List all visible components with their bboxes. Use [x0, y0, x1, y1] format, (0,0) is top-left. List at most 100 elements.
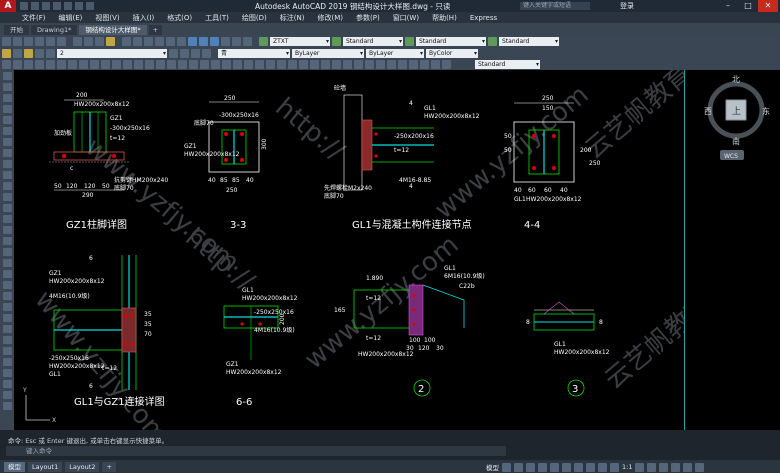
paste-icon[interactable]	[95, 36, 104, 46]
model-space-toggle[interactable]: 模型	[486, 462, 499, 472]
mirror-icon[interactable]	[2, 314, 12, 322]
plus-icon[interactable]	[647, 462, 657, 472]
tab-layout1[interactable]: Layout1	[28, 461, 63, 472]
viewcube-east[interactable]: 东	[762, 106, 770, 116]
render-icon[interactable]	[420, 60, 429, 69]
hardware-acceleration-icon[interactable]	[671, 462, 681, 472]
layer-select[interactable]: 2	[57, 48, 167, 58]
dim-update-icon[interactable]	[211, 60, 220, 69]
publish-icon[interactable]	[57, 36, 66, 46]
annotation-scale[interactable]: 1:1	[622, 463, 632, 471]
ucs-z-icon[interactable]	[332, 60, 341, 69]
arc-icon[interactable]	[2, 127, 12, 135]
ucs-apply-icon[interactable]	[343, 60, 352, 69]
menu-insert[interactable]: 插入(I)	[133, 13, 155, 23]
tab-layout2[interactable]: Layout2	[65, 461, 100, 472]
redo-icon[interactable]	[86, 2, 94, 10]
match-properties-icon[interactable]	[106, 36, 115, 46]
zoom-window-icon[interactable]	[166, 36, 175, 46]
layer-properties-icon[interactable]	[2, 48, 11, 58]
add-selected-icon[interactable]	[2, 281, 12, 289]
redo-icon[interactable]	[133, 36, 142, 46]
arc-length-icon[interactable]	[24, 60, 33, 69]
camera-icon[interactable]	[409, 60, 418, 69]
menu-format[interactable]: 格式(O)	[167, 13, 192, 23]
osnap-icon[interactable]	[550, 462, 559, 472]
quick-dim-icon[interactable]	[90, 60, 99, 69]
revcloud-icon[interactable]	[2, 149, 12, 157]
zoom-realtime-icon[interactable]	[155, 36, 164, 46]
diameter-icon[interactable]	[68, 60, 77, 69]
copy-icon[interactable]	[84, 36, 93, 46]
wcs-menu[interactable]: WCS	[724, 153, 738, 160]
table-style-select[interactable]: Standard	[416, 36, 486, 46]
dim-text-edit-icon[interactable]	[200, 60, 209, 69]
tab-model[interactable]: 模型	[4, 461, 25, 472]
array-icon[interactable]	[2, 336, 12, 344]
login-link[interactable]: 登录	[620, 1, 634, 11]
move-icon[interactable]	[2, 347, 12, 355]
line-icon[interactable]	[2, 72, 12, 80]
radius-icon[interactable]	[46, 60, 55, 69]
snap-icon[interactable]	[514, 462, 523, 472]
print-icon[interactable]	[64, 2, 72, 10]
polyline-icon[interactable]	[2, 94, 12, 102]
viewcube-west[interactable]: 西	[704, 107, 712, 116]
linetype-select[interactable]: ByLayer	[292, 48, 364, 58]
sheet-set-icon[interactable]	[221, 36, 230, 46]
menu-view[interactable]: 视图(V)	[95, 13, 119, 23]
gradient-icon[interactable]	[2, 237, 12, 245]
search-input[interactable]: 键入关键字或短语	[520, 2, 590, 10]
extend-icon[interactable]	[2, 402, 12, 410]
autocad-logo[interactable]: A	[0, 0, 16, 12]
inspection-icon[interactable]	[167, 60, 176, 69]
dim-edit-icon[interactable]	[189, 60, 198, 69]
new-icon[interactable]	[2, 36, 11, 46]
viewcube-south[interactable]: 南	[732, 136, 740, 146]
layer-freeze-icon[interactable]	[35, 48, 44, 58]
new-tab-button[interactable]: +	[148, 25, 163, 35]
spline-icon[interactable]	[2, 160, 12, 168]
ucs-y-icon[interactable]	[321, 60, 330, 69]
menu-help[interactable]: 帮助(H)	[432, 13, 457, 23]
ucs-origin-icon[interactable]	[244, 60, 253, 69]
layer-match-icon[interactable]	[202, 48, 211, 58]
viewcube[interactable]: 上 北 南 东 西 WCS	[684, 70, 780, 190]
rectangle-icon[interactable]	[2, 116, 12, 124]
ellipse-icon[interactable]	[2, 171, 12, 179]
circle-icon[interactable]	[2, 138, 12, 146]
polygon-icon[interactable]	[2, 105, 12, 113]
tab-drawing1[interactable]: Drawing1*	[31, 25, 78, 35]
menu-tools[interactable]: 工具(T)	[205, 13, 229, 23]
menu-edit[interactable]: 编辑(E)	[59, 13, 83, 23]
tolerance-icon[interactable]	[145, 60, 154, 69]
clean-screen-icon[interactable]	[683, 462, 693, 472]
layer-isolate-icon[interactable]	[191, 48, 200, 58]
mtext-icon[interactable]	[2, 270, 12, 278]
fly-icon[interactable]	[398, 60, 407, 69]
ucs-face-icon[interactable]	[288, 60, 297, 69]
layer-previous-icon[interactable]	[180, 48, 189, 58]
offset-icon[interactable]	[2, 325, 12, 333]
jogged-linear-icon[interactable]	[178, 60, 187, 69]
material-icon[interactable]	[431, 60, 440, 69]
command-input[interactable]: 键入命令	[6, 446, 506, 456]
baseline-icon[interactable]	[101, 60, 110, 69]
stretch-icon[interactable]	[2, 380, 12, 388]
layer-state-icon[interactable]	[13, 48, 22, 58]
pan-icon[interactable]	[144, 36, 153, 46]
viewcube-north[interactable]: 北	[732, 75, 740, 84]
scale-icon[interactable]	[2, 369, 12, 377]
undo-icon[interactable]	[75, 2, 83, 10]
lineweight-icon[interactable]	[574, 462, 583, 472]
open-icon[interactable]	[31, 2, 39, 10]
open-icon[interactable]	[13, 36, 22, 46]
undo-icon[interactable]	[122, 36, 131, 46]
new-icon[interactable]	[20, 2, 28, 10]
point-icon[interactable]	[2, 215, 12, 223]
table-icon[interactable]	[2, 259, 12, 267]
trim-icon[interactable]	[2, 391, 12, 399]
print-icon[interactable]	[35, 36, 44, 46]
dim-break-icon[interactable]	[134, 60, 143, 69]
rotate-icon[interactable]	[2, 358, 12, 366]
